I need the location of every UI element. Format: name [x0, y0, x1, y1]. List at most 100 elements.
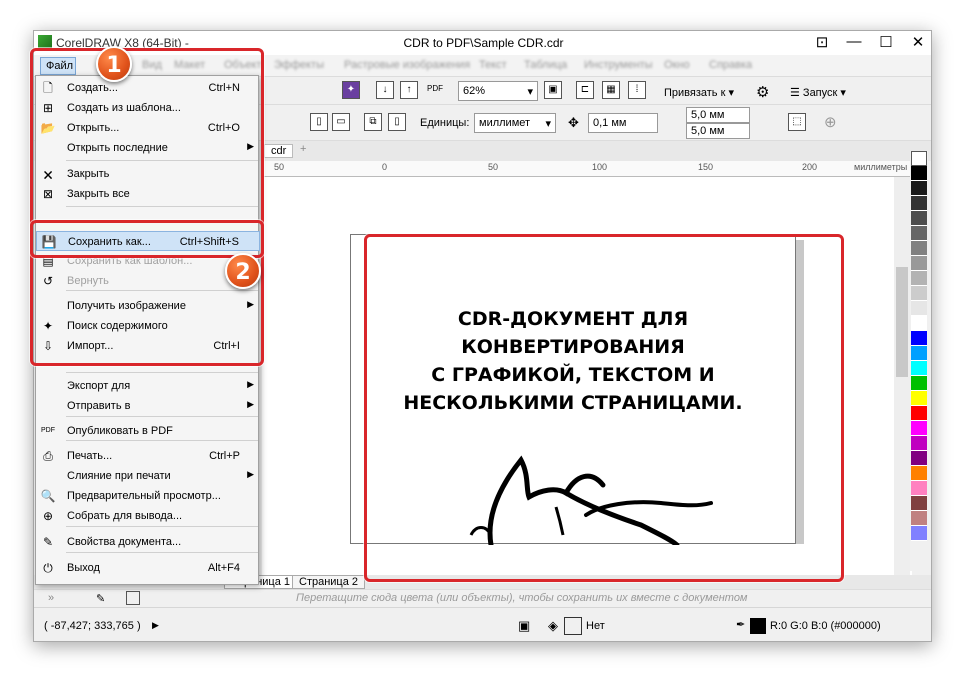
duplicate-y-input[interactable]: 5,0 мм — [686, 123, 750, 139]
file-menu-item[interactable]: Слияние при печати ▶ — [36, 466, 260, 486]
outline-pen-icon: ✒ — [736, 619, 746, 631]
add-icon[interactable]: ⊕ — [824, 113, 837, 131]
menu-separator — [66, 526, 258, 527]
menu-bitmaps[interactable]: Растровые изображения — [344, 59, 470, 71]
duplicate-x-input[interactable]: 5,0 мм — [686, 107, 750, 123]
close-button[interactable]: ✕ — [909, 33, 927, 51]
menu-item-shortcut: Alt+F4 — [207, 562, 240, 574]
maximize-button[interactable]: ☐ — [877, 33, 895, 51]
snap-to-dropdown[interactable]: Привязать к ▾ — [664, 86, 734, 99]
palette-swatch[interactable] — [911, 256, 927, 271]
all-pages-icon[interactable]: ⧉ — [364, 113, 382, 131]
palette-swatch[interactable] — [911, 346, 927, 361]
no-color-swatch[interactable] — [126, 591, 140, 605]
pen-icon[interactable]: ✎ — [96, 592, 105, 605]
menu-item-label: Выход — [67, 562, 100, 574]
arrow-right-icon[interactable]: ▶ — [152, 620, 159, 631]
menu-text[interactable]: Текст — [479, 59, 507, 71]
palette-swatch[interactable] — [911, 226, 927, 241]
palette-swatch[interactable] — [911, 391, 927, 406]
nudge-input[interactable]: 0,1 мм — [588, 113, 658, 133]
import-tb-icon[interactable]: ↓ — [376, 81, 394, 99]
full-screen-icon[interactable]: ▣ — [544, 81, 562, 99]
palette-swatch[interactable] — [911, 241, 927, 256]
palette-swatch[interactable] — [911, 271, 927, 286]
rulers-icon[interactable]: ⊏ — [576, 81, 594, 99]
minimize-button[interactable]: — — [845, 33, 863, 51]
palette-swatch[interactable] — [911, 316, 927, 331]
submenu-arrow-icon: ▶ — [247, 399, 254, 409]
palette-swatch[interactable] — [911, 166, 927, 181]
palette-swatch[interactable] — [911, 496, 927, 511]
ruler-units: миллиметры — [854, 162, 908, 172]
submenu-arrow-icon: ▶ — [247, 469, 254, 479]
menu-item-label: Печать... — [67, 450, 113, 462]
menu-item-label: Предварительный просмотр... — [67, 490, 221, 502]
palette-swatch[interactable] — [911, 331, 927, 346]
color-palette[interactable] — [910, 151, 928, 571]
file-menu-item[interactable]: 🔍 Предварительный просмотр... — [36, 486, 260, 506]
power-icon: ⏻ — [43, 561, 53, 575]
palette-swatch[interactable] — [911, 151, 927, 166]
grid-icon[interactable]: ▦ — [602, 81, 620, 99]
palette-swatch[interactable] — [911, 376, 927, 391]
vertical-scrollbar[interactable] — [894, 177, 910, 575]
palette-swatch[interactable] — [911, 526, 927, 541]
menu-effects[interactable]: Эффекты — [274, 59, 324, 71]
units-select[interactable]: миллимет ▾ — [474, 113, 556, 133]
menu-item-label: Свойства документа... — [67, 536, 182, 548]
menu-item-label: Экспорт для — [67, 380, 131, 392]
launch-dropdown[interactable]: ☰ Запуск ▾ — [790, 86, 846, 99]
palette-swatch[interactable] — [911, 196, 927, 211]
landscape-icon[interactable]: ▭ — [332, 113, 350, 131]
menu-item-label: Опубликовать в PDF — [67, 425, 173, 437]
palette-swatch[interactable] — [911, 481, 927, 496]
guidelines-icon[interactable]: ⁞ — [628, 81, 646, 99]
share-icon[interactable]: ⊡ — [813, 33, 831, 51]
portrait-icon[interactable]: ▯ — [310, 113, 328, 131]
palette-swatch[interactable] — [911, 181, 927, 196]
palette-swatch[interactable] — [911, 436, 927, 451]
export-tb-icon[interactable]: ↑ — [400, 81, 418, 99]
file-menu-item[interactable]: ⏻ Выход Alt+F4 — [36, 558, 260, 578]
current-page-icon[interactable]: ▯ — [388, 113, 406, 131]
palette-swatch[interactable] — [911, 451, 927, 466]
palette-swatch[interactable] — [911, 421, 927, 436]
file-menu-item[interactable]: ⎙ Печать... Ctrl+P — [36, 446, 260, 466]
file-menu-item[interactable]: ⊕ Собрать для вывода... — [36, 506, 260, 526]
palette-swatch[interactable] — [911, 511, 927, 526]
document-palette-bar[interactable]: » ✎ Перетащите сюда цвета (или объекты),… — [34, 589, 931, 607]
nudge-icon: ✥ — [568, 115, 579, 130]
fill-icon: ◈ — [548, 618, 558, 633]
menu-tools[interactable]: Инструменты — [584, 59, 653, 71]
search-content-tb-icon[interactable]: ✦ — [342, 81, 360, 99]
menu-table[interactable]: Таблица — [524, 59, 567, 71]
scroll-thumb[interactable] — [896, 267, 908, 377]
palette-swatch[interactable] — [911, 301, 927, 316]
expand-icon[interactable]: » — [48, 592, 54, 604]
new-tab-icon[interactable]: + — [300, 143, 306, 155]
gear-icon[interactable]: ⚙ — [756, 83, 769, 101]
highlight-box-save-as — [30, 220, 264, 258]
file-menu-item[interactable]: Экспорт для ▶ — [36, 376, 260, 396]
file-menu-item[interactable]: ✎ Свойства документа... — [36, 532, 260, 552]
palette-swatch[interactable] — [911, 211, 927, 226]
zoom-select[interactable]: 62% ▾ — [458, 81, 538, 101]
palette-swatch[interactable] — [911, 361, 927, 376]
menu-window[interactable]: Окно — [664, 59, 690, 71]
step-badge-2: 2 — [225, 253, 261, 289]
menu-help[interactable]: Справка — [709, 59, 752, 71]
treat-as-filled-icon[interactable]: ⬚ — [788, 113, 806, 131]
palette-swatch[interactable] — [911, 406, 927, 421]
outline-color-value: R:0 G:0 B:0 (#000000) — [770, 620, 881, 632]
pdf-tb-icon[interactable]: PDF — [426, 81, 444, 99]
collect-output-icon: ⊕ — [42, 509, 54, 523]
file-menu-item[interactable]: Отправить в ▶ — [36, 396, 260, 416]
palette-swatch[interactable] — [911, 286, 927, 301]
document-tab[interactable]: cdr — [264, 144, 294, 158]
menu-separator — [66, 416, 258, 417]
page-tab-2[interactable]: Страница 2 — [292, 575, 366, 589]
palette-swatch[interactable] — [911, 466, 927, 481]
color-proof-icon[interactable]: ▣ — [518, 618, 530, 634]
file-menu-item[interactable]: PDF Опубликовать в PDF — [36, 421, 260, 441]
